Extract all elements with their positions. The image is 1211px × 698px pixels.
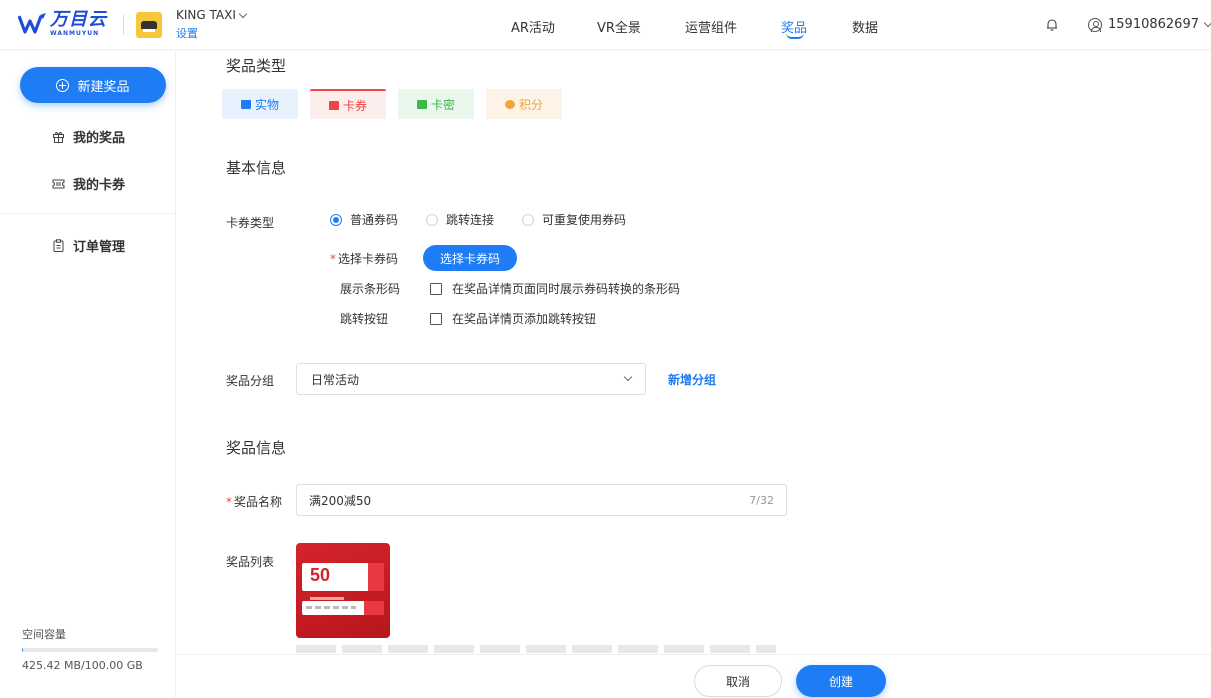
main-content: 奖品类型 实物 卡券 卡密 积分 基本信息 卡券类型 普通券码 跳转连接 可重复…	[176, 51, 1211, 698]
select-code-button[interactable]: 选择卡券码	[423, 245, 517, 271]
plus-circle-icon	[56, 78, 70, 92]
sidebar-item-my-coupons[interactable]: 我的卡券	[52, 174, 125, 193]
sidebar-item-label: 我的奖品	[73, 131, 126, 146]
radio-unchecked-icon	[522, 213, 534, 226]
select-code-label: * 选择卡券码	[330, 252, 399, 266]
chevron-down-icon	[238, 9, 248, 18]
chevron-down-icon	[623, 372, 633, 382]
ticket-icon	[52, 179, 65, 189]
barcode-checkbox-row[interactable]: 在奖品详情页面同时展示券码转换的条形码	[430, 280, 680, 297]
checkbox[interactable]	[430, 312, 442, 325]
coupon-icon	[328, 100, 339, 110]
coupon-image-value: 50	[310, 565, 331, 585]
clipboard-icon	[53, 239, 64, 252]
coupon-image-bottom	[302, 601, 384, 615]
prize-list-label: 奖品列表	[226, 555, 275, 569]
user-icon	[1088, 17, 1102, 32]
section-title-basic-info: 基本信息	[226, 159, 287, 177]
group-select-value: 日常活动	[311, 372, 360, 387]
nav-data[interactable]: 数据	[852, 17, 878, 36]
top-header: 万目云 WANMUYUN KING TAXI 设置 AR活动 VR全景 运营组件…	[0, 0, 1211, 50]
storage-value: 425.42 MB/100.00 GB	[22, 659, 143, 672]
type-tab-physical[interactable]: 实物	[222, 89, 298, 119]
nav-active-indicator	[786, 33, 804, 39]
new-prize-button[interactable]: 新建奖品	[20, 67, 166, 103]
type-tab-label: 积分	[518, 97, 543, 112]
jump-button-checkbox-row[interactable]: 在奖品详情页添加跳转按钮	[430, 310, 596, 327]
cancel-button[interactable]: 取消	[694, 665, 782, 697]
radio-label: 普通券码	[350, 213, 399, 227]
prize-image-thumbnail[interactable]: 50	[296, 543, 390, 638]
bell-icon[interactable]	[1045, 18, 1059, 32]
sidebar-item-my-prizes[interactable]: 我的奖品	[52, 127, 125, 146]
coin-icon	[504, 99, 515, 109]
storage-label: 空间容量	[22, 628, 66, 641]
type-tab-card-secret[interactable]: 卡密	[398, 89, 474, 119]
form-footer: 取消 创建	[176, 654, 1211, 698]
type-tab-label: 卡密	[430, 97, 455, 112]
char-count: 7/32	[749, 493, 774, 507]
wanmuyun-logo[interactable]: 万目云 WANMUYUN	[18, 10, 107, 40]
group-select[interactable]: 日常活动	[296, 363, 646, 395]
section-title-prize-info: 奖品信息	[226, 439, 287, 457]
radio-normal-code[interactable]: 普通券码	[330, 211, 398, 228]
nav-components[interactable]: 运营组件	[685, 17, 737, 36]
prize-name-value: 满200减50	[309, 493, 372, 508]
brand-settings-link[interactable]: 设置	[176, 25, 198, 41]
box-icon	[240, 99, 251, 109]
group-label: 奖品分组	[226, 374, 275, 388]
card-icon	[416, 99, 427, 109]
radio-jump-link[interactable]: 跳转连接	[426, 211, 494, 228]
nav-vr[interactable]: VR全景	[597, 17, 641, 36]
sidebar-item-label: 订单管理	[73, 240, 126, 255]
storage-progress-bar	[22, 648, 158, 652]
jump-button-label: 跳转按钮	[340, 312, 389, 326]
sidebar-item-orders[interactable]: 订单管理	[52, 236, 125, 255]
radio-reusable-code[interactable]: 可重复使用券码	[522, 211, 626, 228]
logo-subtext: WANMUYUN	[50, 30, 100, 37]
prize-list-hint	[296, 645, 776, 653]
coupon-image-top: 50	[302, 563, 384, 600]
header-divider	[123, 15, 124, 35]
user-phone: 15910862697	[1108, 17, 1199, 32]
coupon-type-label: 卡券类型	[226, 216, 275, 230]
prize-name-input[interactable]: 满200减50 7/32	[296, 484, 787, 516]
sidebar: 新建奖品 我的奖品 我的卡券 订单管理 空间容量 425.42 MB/100.0…	[0, 51, 176, 698]
gift-icon	[53, 132, 64, 143]
user-menu[interactable]: 15910862697	[1088, 17, 1211, 32]
brand-avatar	[136, 12, 162, 38]
barcode-label: 展示条形码	[340, 282, 401, 296]
jump-text: 在奖品详情页添加跳转按钮	[452, 312, 597, 326]
radio-checked-icon	[330, 213, 342, 226]
radio-label: 跳转连接	[446, 213, 495, 227]
radio-label: 可重复使用券码	[542, 213, 627, 227]
chevron-down-icon	[1203, 18, 1211, 28]
add-group-link[interactable]: 新增分组	[668, 371, 716, 388]
checkbox[interactable]	[430, 282, 442, 295]
nav-ar[interactable]: AR活动	[511, 17, 555, 36]
brand-name: KING TAXI	[176, 8, 236, 22]
brand-switcher[interactable]: KING TAXI	[176, 8, 248, 22]
type-tab-label: 卡券	[342, 98, 367, 113]
radio-unchecked-icon	[426, 213, 438, 226]
type-tab-points[interactable]: 积分	[486, 89, 562, 119]
logo-text: 万目云	[50, 9, 107, 30]
create-button[interactable]: 创建	[796, 665, 886, 697]
section-title-prize-type: 奖品类型	[226, 57, 287, 75]
barcode-text: 在奖品详情页面同时展示券码转换的条形码	[452, 282, 681, 296]
new-prize-label: 新建奖品	[77, 79, 130, 95]
prize-name-label: * 奖品名称	[226, 495, 283, 509]
logo-w-icon	[18, 13, 46, 34]
type-tab-coupon[interactable]: 卡券	[310, 89, 386, 119]
storage-progress-fill	[22, 648, 24, 652]
type-tab-label: 实物	[254, 97, 279, 112]
sidebar-divider	[0, 213, 176, 214]
sidebar-item-label: 我的卡券	[73, 178, 126, 193]
